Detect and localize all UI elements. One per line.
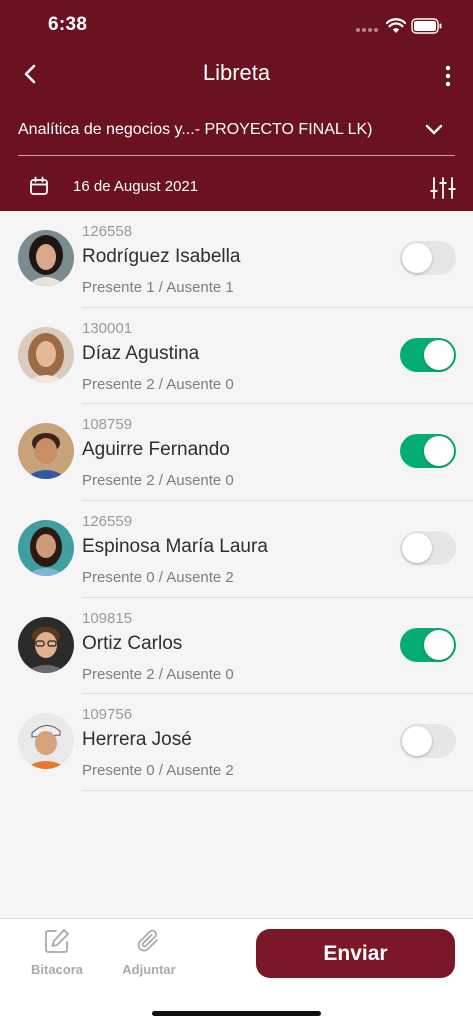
- app-header: 6:38 Libreta Analítica de negocios y...-…: [0, 0, 473, 211]
- more-options-button[interactable]: [432, 58, 464, 94]
- student-avatar: [18, 616, 74, 673]
- attendance-toggle[interactable]: [400, 337, 456, 372]
- toggle-knob: [424, 339, 454, 370]
- selected-date[interactable]: 16 de August 2021: [73, 178, 198, 195]
- toggle-knob: [402, 243, 432, 273]
- send-button[interactable]: Enviar: [256, 929, 455, 978]
- student-name: Díaz Agustina: [82, 342, 200, 364]
- status-time: 6:38: [48, 14, 88, 35]
- attendance-toggle[interactable]: [400, 627, 456, 662]
- chevron-down-icon: [425, 124, 443, 135]
- bitacora-button[interactable]: Bitacora: [22, 927, 92, 977]
- adjuntar-button[interactable]: Adjuntar: [114, 927, 184, 977]
- student-name: Herrera José: [82, 729, 192, 751]
- date-row: 16 de August 2021: [0, 168, 473, 204]
- attendance-toggle[interactable]: [400, 241, 456, 275]
- student-name: Rodríguez Isabella: [82, 246, 241, 267]
- course-select[interactable]: Analítica de negocios y...- PROYECTO FIN…: [18, 112, 455, 156]
- edit-icon: [45, 929, 69, 953]
- student-row: 130001 Díaz Agustina Presente 2 / Ausent…: [0, 308, 473, 405]
- student-id: 126558: [82, 223, 133, 240]
- attendance-summary: Presente 0 / Ausente 2: [82, 762, 234, 780]
- attendance-toggle[interactable]: [400, 724, 456, 759]
- student-row: 109756 Herrera José Presente 0 / Ausente…: [0, 694, 473, 792]
- status-bar: 6:38: [0, 0, 473, 52]
- student-avatar: [18, 520, 74, 577]
- student-id: 130001: [82, 319, 133, 337]
- attendance-summary: Presente 2 / Ausente 0: [82, 472, 234, 490]
- student-row: 109815 Ortiz Carlos Presente 2 / Ausente…: [0, 598, 473, 695]
- calendar-icon[interactable]: [29, 176, 49, 196]
- attendance-summary: Presente 2 / Ausente 0: [82, 665, 234, 683]
- student-id: 109756: [82, 706, 133, 724]
- student-id: 109815: [82, 609, 133, 627]
- student-id: 108759: [82, 416, 133, 434]
- student-avatar: [18, 713, 74, 770]
- attendance-summary: Presente 0 / Ausente 2: [82, 569, 234, 587]
- adjuntar-label: Adjuntar: [122, 962, 176, 977]
- student-id: 126559: [82, 513, 133, 531]
- toggle-knob: [424, 629, 454, 660]
- page-title: Libreta: [202, 60, 271, 85]
- student-avatar: [18, 230, 74, 286]
- row-divider: [82, 790, 473, 792]
- more-vertical-icon: [445, 65, 451, 87]
- attendance-summary: Presente 1 / Ausente 1: [82, 279, 234, 296]
- paperclip-icon: [137, 929, 158, 952]
- student-name: Espinosa María Laura: [82, 536, 268, 558]
- student-list: 126558 Rodríguez Isabella Presente 1 / A…: [0, 211, 473, 792]
- course-selected-value: Analítica de negocios y...- PROYECTO FIN…: [18, 121, 373, 138]
- filter-sliders-icon[interactable]: [430, 176, 456, 200]
- battery-icon: [411, 18, 442, 34]
- attendance-toggle[interactable]: [400, 531, 456, 566]
- attendance-toggle[interactable]: [400, 434, 456, 469]
- student-name: Ortiz Carlos: [82, 632, 183, 654]
- student-row: 126558 Rodríguez Isabella Presente 1 / A…: [0, 211, 473, 308]
- bottom-toolbar: Bitacora Adjuntar Enviar: [0, 918, 473, 1024]
- student-avatar: [18, 423, 74, 480]
- toggle-knob: [424, 436, 454, 467]
- student-name: Aguirre Fernando: [82, 439, 230, 461]
- toggle-knob: [402, 726, 432, 757]
- student-avatar: [18, 326, 74, 383]
- signal-icon: [356, 28, 378, 32]
- student-row: 108759 Aguirre Fernando Presente 2 / Aus…: [0, 404, 473, 502]
- student-row: 126559 Espinosa María Laura Presente 0 /…: [0, 501, 473, 598]
- attendance-summary: Presente 2 / Ausente 0: [82, 375, 234, 393]
- toggle-knob: [402, 533, 432, 564]
- home-indicator: [152, 1011, 321, 1016]
- wifi-icon: [386, 18, 406, 33]
- bitacora-label: Bitacora: [30, 962, 84, 977]
